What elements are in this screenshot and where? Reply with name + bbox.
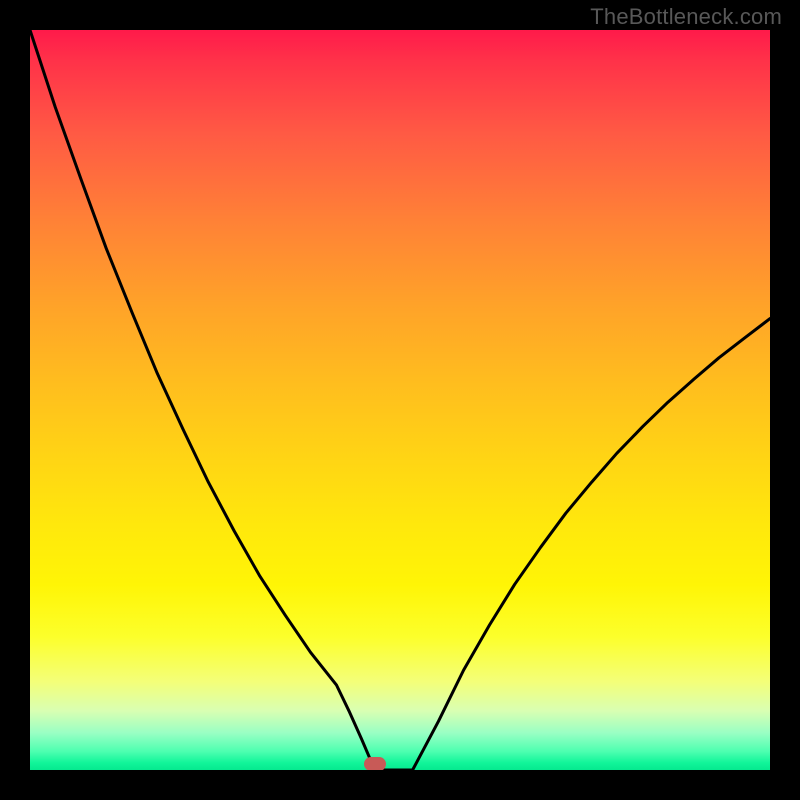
chart-frame: TheBottleneck.com [0, 0, 800, 800]
plot-area [30, 30, 770, 770]
watermark-text: TheBottleneck.com [590, 4, 782, 30]
bottleneck-curve-path [30, 30, 770, 770]
curve-svg [30, 30, 770, 770]
optimal-marker [364, 757, 386, 770]
